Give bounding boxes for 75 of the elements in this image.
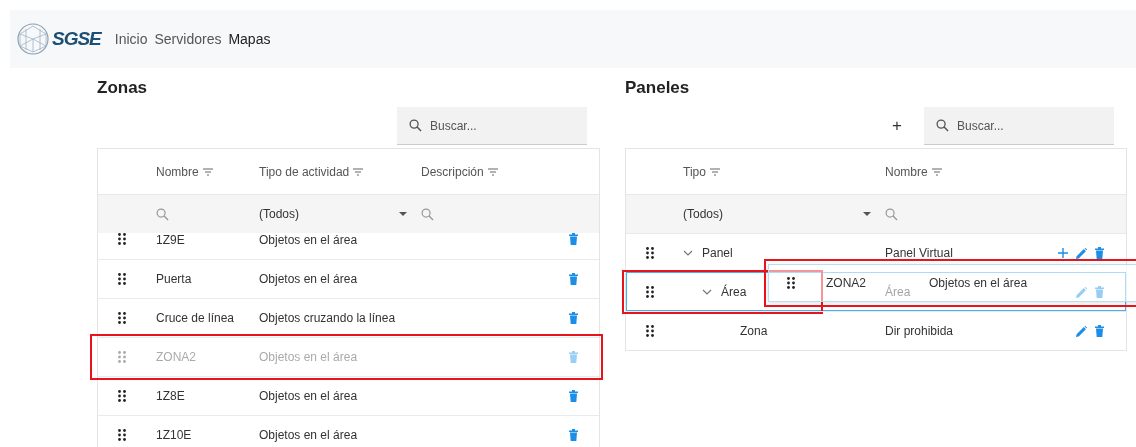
nav-link[interactable]: Mapas [228, 31, 271, 47]
delete-icon[interactable] [569, 233, 578, 245]
table-cell-text: Dir prohibida [885, 324, 955, 338]
delete-icon[interactable] [569, 390, 578, 402]
table-cell-text: Objetos en el área [259, 272, 359, 286]
filter-icon [487, 167, 498, 176]
table-cell: Objetos en el área [929, 276, 1028, 290]
type-filter-dropdown[interactable]: (Todos) [259, 207, 421, 221]
filter-icon [202, 167, 213, 176]
delete-icon[interactable] [1095, 247, 1104, 259]
table-cell-text: Objetos en el área [259, 428, 359, 442]
drag-handle-icon[interactable] [118, 312, 126, 324]
delete-icon[interactable] [1095, 325, 1104, 337]
nav-link[interactable]: Inicio [114, 31, 148, 47]
search-icon[interactable] [156, 207, 169, 221]
table-cell-text: Objetos cruzando la línea [259, 311, 397, 325]
table-cell-text: Área [885, 285, 912, 299]
zone-row[interactable]: 1Z8E Objetos en el área [98, 376, 599, 415]
chevron-icon[interactable] [683, 250, 693, 256]
table-cell-text: ZONA2 [156, 350, 197, 364]
globe-logo-icon [16, 22, 50, 56]
table-cell-text: 1Z10E [156, 428, 193, 442]
search-field[interactable]: Buscar... [397, 107, 587, 145]
filter-icon [931, 167, 942, 176]
table-cell-text: Objetos en el área [259, 350, 359, 364]
drag-handle-icon[interactable] [646, 286, 654, 298]
delete-icon[interactable] [569, 273, 578, 285]
delete-icon[interactable] [569, 429, 578, 441]
delete-icon[interactable] [569, 312, 578, 324]
column-header[interactable]: Descripción [421, 164, 569, 179]
filter-icon [709, 167, 720, 176]
add-icon[interactable] [1058, 248, 1068, 258]
panel-tree-row[interactable]: Panel Panel Virtual [626, 233, 1126, 272]
drag-handle-icon[interactable] [118, 390, 126, 402]
drag-handle-icon[interactable] [646, 247, 654, 259]
column-header[interactable]: Tipo de actividad [259, 164, 421, 179]
table-cell-text: Objetos en el área [259, 389, 359, 403]
drag-handle-icon[interactable] [118, 273, 126, 285]
column-header[interactable]: Nombre [156, 164, 259, 179]
table-cell-text: Objetos en el área [259, 233, 359, 247]
table-cell: Zona [740, 324, 768, 338]
search-icon [936, 119, 949, 132]
drag-handle-icon[interactable] [118, 233, 126, 245]
search-icon [409, 119, 422, 132]
table-cell: Panel [702, 246, 733, 260]
edit-pencil-icon[interactable] [1076, 325, 1087, 337]
column-header[interactable]: Tipo [683, 164, 885, 179]
search-icon[interactable] [421, 207, 434, 221]
zone-row[interactable]: 1Z9E Objetos en el área [98, 233, 599, 259]
table-cell-text: 1Z9E [156, 233, 186, 247]
type-filter-dropdown[interactable]: (Todos) [683, 207, 885, 221]
panel-tree-row[interactable]: Zona Dir prohibida [626, 311, 1126, 350]
zone-row[interactable]: Cruce de línea Objetos cruzando la línea [98, 298, 599, 337]
nav-link[interactable]: Servidores [154, 31, 222, 47]
drag-handle-icon[interactable] [118, 429, 126, 441]
filter-icon [353, 167, 364, 176]
table-cell-text: 1Z8E [156, 389, 186, 403]
section-title: Paneles [625, 78, 691, 99]
section-title: Zonas [97, 78, 149, 99]
zone-row[interactable]: 1Z10E Objetos en el área [98, 415, 599, 447]
drag-handle-icon[interactable] [118, 351, 126, 363]
table-cell-text: Puerta [156, 272, 193, 286]
search-field[interactable]: Buscar... [924, 107, 1114, 145]
drag-handle-icon[interactable] [787, 277, 795, 289]
table-cell-text: Cruce de línea [156, 311, 236, 325]
brand-logo-text: SGSE [52, 28, 101, 50]
zone-row[interactable]: Puerta Objetos en el área [98, 259, 599, 298]
add-button[interactable]: + [886, 116, 908, 136]
drag-handle-icon[interactable] [646, 325, 654, 337]
chevron-icon[interactable] [702, 289, 712, 295]
column-header[interactable]: Nombre [885, 164, 1046, 179]
table-cell: Área [721, 285, 747, 299]
table-cell-text: Panel Virtual [885, 246, 954, 260]
search-icon[interactable] [885, 207, 898, 221]
edit-pencil-icon[interactable] [1076, 247, 1087, 259]
